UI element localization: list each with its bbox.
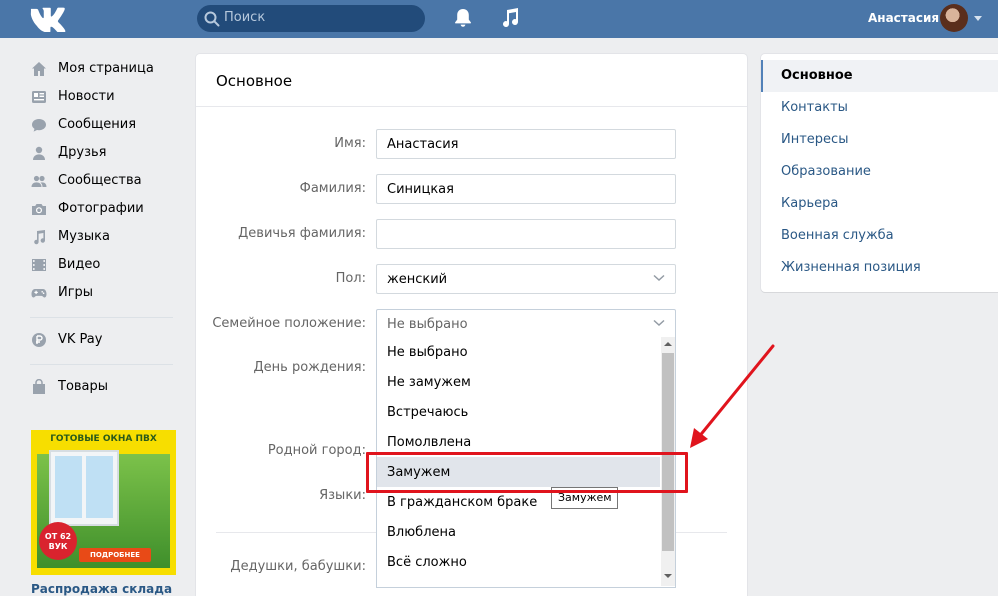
ad-title: ГОТОВЫЕ ОКНА ПВХ xyxy=(50,434,157,444)
sidebar-item-news[interactable]: Новости xyxy=(28,84,178,112)
sidebar-item-my-page[interactable]: Моя страница xyxy=(28,56,178,84)
chat-icon xyxy=(32,119,46,132)
bell-icon[interactable] xyxy=(454,8,472,28)
window-pane xyxy=(55,456,82,518)
tab-career[interactable]: Карьера xyxy=(761,188,998,220)
ad-more-button[interactable]: ПОДРОБНЕЕ xyxy=(79,548,151,562)
languages-label: Языки: xyxy=(319,488,366,503)
tab-contacts[interactable]: Контакты xyxy=(761,92,998,124)
search-box[interactable]: Поиск xyxy=(197,5,425,32)
surname-label: Фамилия: xyxy=(299,181,366,196)
user-name[interactable]: Анастасия xyxy=(868,11,939,25)
dropdown-option[interactable]: Не замужем xyxy=(377,367,660,397)
sidebar-item-label: Новости xyxy=(58,89,115,104)
badge-line: ВУК xyxy=(48,542,68,551)
vk-logo-icon[interactable] xyxy=(28,6,68,32)
sidebar-item-label: Видео xyxy=(58,257,101,272)
left-nav: Моя страница Новости Сообщения Друзья Со… xyxy=(28,56,178,402)
divider xyxy=(196,106,747,107)
sidebar-item-communities[interactable]: Сообщества xyxy=(28,168,178,196)
ad-price-badge: ОТ 62 ВУК xyxy=(39,522,77,560)
sidebar-item-music[interactable]: Музыка xyxy=(28,224,178,252)
chevron-down-icon xyxy=(653,319,665,327)
hometown-label: Родной город: xyxy=(267,443,366,458)
tab-military[interactable]: Военная служба xyxy=(761,220,998,252)
sidebar-item-label: Сообщения xyxy=(58,117,137,132)
maiden-name-label: Девичья фамилия: xyxy=(238,226,366,241)
gamepad-icon xyxy=(31,289,47,298)
scroll-up-icon[interactable] xyxy=(664,342,672,346)
sidebar-item-video[interactable]: Видео xyxy=(28,252,178,280)
sidebar-item-label: Друзья xyxy=(58,145,107,160)
chevron-down-icon[interactable] xyxy=(974,16,982,21)
sidebar-item-messages[interactable]: Сообщения xyxy=(28,112,178,140)
divider xyxy=(30,364,173,365)
bag-icon xyxy=(33,379,45,394)
person-icon xyxy=(33,146,45,160)
scroll-down-icon[interactable] xyxy=(664,574,672,578)
maiden-name-field[interactable] xyxy=(376,219,676,249)
news-icon xyxy=(32,91,46,103)
right-menu: Основное Контакты Интересы Образование К… xyxy=(761,54,998,292)
film-icon xyxy=(32,259,46,271)
marital-status-select[interactable]: Не выбрано xyxy=(376,309,676,339)
marital-status-value: Не выбрано xyxy=(387,317,468,332)
search-placeholder: Поиск xyxy=(224,10,266,25)
sidebar-item-label: Товары xyxy=(58,379,109,394)
marital-status-label: Семейное положение: xyxy=(212,316,366,331)
annotation-highlight-box xyxy=(366,452,688,493)
badge-line: ОТ 62 xyxy=(44,532,72,541)
chevron-down-icon xyxy=(653,274,665,282)
dropdown-option[interactable]: Влюблена xyxy=(377,517,660,547)
sidebar-item-label: Фотографии xyxy=(58,201,144,216)
sidebar-item-label: Музыка xyxy=(58,229,110,244)
sex-select[interactable]: женский xyxy=(376,264,676,294)
dropdown-option[interactable]: Не выбрано xyxy=(377,337,660,367)
ad-banner[interactable]: ГОТОВЫЕ ОКНА ПВХ ОТ 62 ВУК ПОДРОБНЕЕ xyxy=(31,430,176,575)
tab-education[interactable]: Образование xyxy=(761,156,998,188)
sidebar-item-photos[interactable]: Фотографии xyxy=(28,196,178,224)
surname-field[interactable]: Синицкая xyxy=(376,174,676,204)
avatar[interactable] xyxy=(940,4,968,32)
search-icon xyxy=(204,11,220,27)
sidebar-item-label: Сообщества xyxy=(58,173,142,188)
dropdown-option[interactable]: Всё сложно xyxy=(377,547,660,577)
tab-basic[interactable]: Основное xyxy=(761,60,998,92)
dropdown-option[interactable]: Встречаюсь xyxy=(377,397,660,427)
tab-life-position[interactable]: Жизненная позиция xyxy=(761,252,998,284)
music-icon[interactable] xyxy=(500,7,520,29)
sidebar-item-friends[interactable]: Друзья xyxy=(28,140,178,168)
camera-icon xyxy=(32,204,46,215)
top-bar: Поиск Анастасия xyxy=(0,0,998,38)
sidebar-item-label: VK Pay xyxy=(58,332,103,347)
group-icon xyxy=(31,175,47,187)
sidebar-item-label: Игры xyxy=(58,285,94,300)
music-icon xyxy=(34,230,46,245)
ruble-icon xyxy=(32,333,46,347)
ad-caption[interactable]: Распродажа склада xyxy=(31,582,172,596)
annotation-arrow-icon xyxy=(690,344,775,448)
grandparents-label: Дедушки, бабушки: xyxy=(230,559,366,574)
sidebar-item-games[interactable]: Игры xyxy=(28,280,178,308)
window-pane xyxy=(86,456,113,518)
sex-value: женский xyxy=(387,272,448,287)
name-field[interactable]: Анастасия xyxy=(376,129,676,159)
sidebar-item-label: Моя страница xyxy=(58,61,154,76)
page-title: Основное xyxy=(216,72,293,90)
birthday-label: День рождения: xyxy=(253,360,367,375)
tab-interests[interactable]: Интересы xyxy=(761,124,998,156)
sex-label: Пол: xyxy=(335,271,366,286)
name-label: Имя: xyxy=(334,136,366,151)
sidebar-item-goods[interactable]: Товары xyxy=(28,374,178,402)
divider xyxy=(30,317,173,318)
home-icon xyxy=(32,62,46,76)
sidebar-item-vk-pay[interactable]: VK Pay xyxy=(28,327,178,355)
